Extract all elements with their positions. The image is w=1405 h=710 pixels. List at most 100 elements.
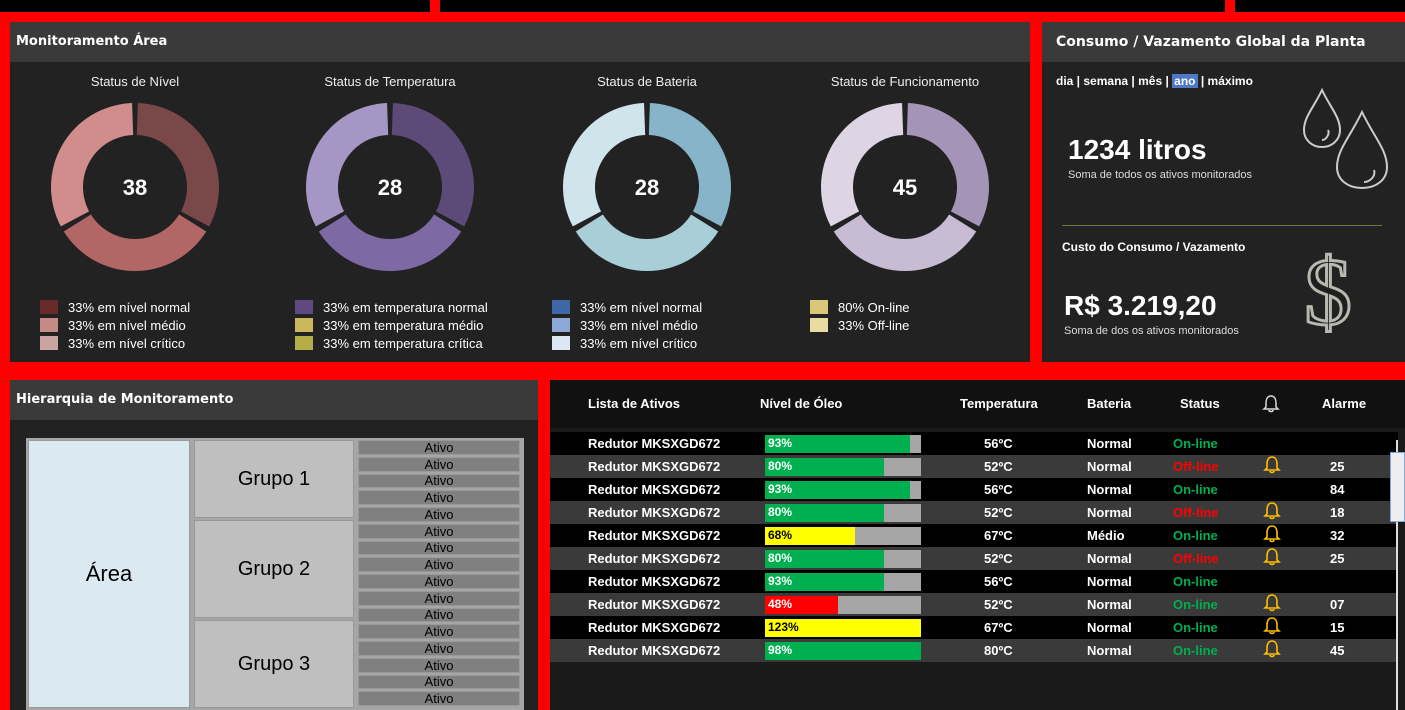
legend-item: 33% Off-line [810,316,1040,334]
asset-node[interactable]: Ativo [358,691,520,706]
asset-node[interactable]: Ativo [358,624,520,639]
legend-item: 33% em temperatura crítica [295,334,525,352]
asset-row[interactable]: Redutor MKSXGD672 93% 56ºC Normal On-line [550,432,1398,455]
alarm-bell-icon[interactable] [1263,616,1281,636]
top-frame-segment [440,0,1225,12]
donut-segment[interactable] [821,103,904,227]
group-node[interactable]: Grupo 2 [194,520,354,618]
col-status[interactable]: Status [1180,396,1220,411]
asset-node[interactable]: Ativo [358,440,520,455]
asset-row[interactable]: Redutor MKSXGD672 93% 56ºC Normal On-line [550,570,1398,593]
group-node[interactable]: Grupo 1 [194,440,354,518]
period-3[interactable]: ano [1172,74,1198,88]
donut-card: Status de Temperatura 28 33% em temperatur… [265,62,515,362]
asset-node[interactable]: Ativo [358,574,520,589]
asset-node[interactable]: Ativo [358,490,520,505]
alarm-bell-icon[interactable] [1263,455,1281,475]
col-battery[interactable]: Bateria [1087,396,1131,411]
oil-level-label: 98% [768,643,793,657]
oil-level-bar: 68% [765,527,921,545]
asset-row[interactable]: Redutor MKSXGD672 80% 52ºC Normal Off-line 18 [550,501,1398,524]
status-value: Off-line [1173,551,1219,566]
legend-item: 80% On-line [810,298,1040,316]
asset-row[interactable]: Redutor MKSXGD672 98% 80ºC Normal On-line 45 [550,639,1398,662]
asset-node[interactable]: Ativo [358,557,520,572]
oil-level-label: 93% [768,574,793,588]
asset-row[interactable]: Redutor MKSXGD672 123% 67ºC Normal On-line 15 [550,616,1398,639]
asset-node[interactable]: Ativo [358,658,520,673]
col-alarm[interactable]: Alarme [1322,396,1366,411]
asset-node[interactable]: Ativo [358,607,520,622]
asset-row[interactable]: Redutor MKSXGD672 93% 56ºC Normal On-line 84 [550,478,1398,501]
period-separator: | [1162,74,1173,88]
alarm-bell-icon[interactable] [1263,639,1281,659]
top-frame [0,0,1405,14]
asset-node[interactable]: Ativo [358,540,520,555]
group-node[interactable]: Grupo 3 [194,620,354,708]
asset-row[interactable]: Redutor MKSXGD672 80% 52ºC Normal Off-line 25 [550,455,1398,478]
asset-row[interactable]: Redutor MKSXGD672 48% 52ºC Normal On-line 07 [550,593,1398,616]
donut-segment[interactable] [136,103,219,227]
hierarchy-tree: Área Grupo 1 Grupo 2 Grupo 3 Ativo Ativo Ativ… [26,438,524,710]
asset-node[interactable]: Ativo [358,457,520,472]
asset-node[interactable]: Ativo [358,507,520,522]
donut-segment[interactable] [50,103,134,227]
status-value: On-line [1173,574,1218,589]
donut-legend: 80% On-line 33% Off-line [810,298,1040,334]
donut-segment[interactable] [833,214,977,271]
temperature-value: 56ºC [984,574,1013,589]
legend-label: 33% em nível médio [68,317,186,333]
donut-segment[interactable] [563,103,646,227]
donut-segment[interactable] [63,214,207,271]
donut-segment[interactable] [306,103,389,227]
battery-value: Médio [1087,528,1125,543]
asset-name: Redutor MKSXGD672 [588,436,721,451]
donut-segment[interactable] [575,214,719,271]
legend-swatch [810,300,828,314]
asset-node[interactable]: Ativo [358,674,520,689]
oil-level-label: 80% [768,459,793,473]
asset-row[interactable]: Redutor MKSXGD672 80% 52ºC Normal Off-line 25 [550,547,1398,570]
oil-level-label: 93% [768,436,793,450]
temperature-value: 67ºC [984,528,1013,543]
asset-node[interactable]: Ativo [358,473,520,488]
temperature-value: 56ºC [984,436,1013,451]
col-temp[interactable]: Temperatura [960,396,1038,411]
donut-chart: 38 [50,103,219,271]
area-node[interactable]: Área [28,440,190,708]
hierarchy-panel: Hierarquia de Monitoramento Área Grupo 1… [10,380,538,710]
donut-card: Status de Bateria 28 33% em nível normal 33… [522,62,772,362]
asset-name: Redutor MKSXGD672 [588,620,721,635]
period-1[interactable]: semana [1083,74,1128,88]
legend-swatch [552,318,570,332]
asset-node[interactable]: Ativo [358,591,520,606]
donut-segment[interactable] [318,214,462,271]
col-oil[interactable]: Nível de Óleo [760,396,842,411]
legend-swatch [40,300,58,314]
asset-row[interactable]: Redutor MKSXGD672 68% 67ºC Médio On-line 32 [550,524,1398,547]
donut-segment[interactable] [391,103,474,227]
cost-caption: Soma de dos os ativos monitorados [1064,325,1239,337]
asset-name: Redutor MKSXGD672 [588,459,721,474]
alarm-bell-icon[interactable] [1263,501,1281,521]
period-2[interactable]: mês [1138,74,1162,88]
alarm-bell-icon[interactable] [1263,593,1281,613]
status-value: On-line [1173,528,1218,543]
legend-item: 33% em temperatura normal [295,298,525,316]
asset-node[interactable]: Ativo [358,641,520,656]
monitoring-area-title: Monitoramento Área [10,22,1030,62]
scrollbar-thumb[interactable] [1390,452,1405,522]
alarm-bell-icon[interactable] [1263,524,1281,544]
legend-swatch [295,336,313,350]
period-4[interactable]: máximo [1208,74,1253,88]
hierarchy-title: Hierarquia de Monitoramento [10,380,538,420]
col-assets[interactable]: Lista de Ativos [588,396,680,411]
period-0[interactable]: dia [1056,74,1073,88]
alarm-bell-icon[interactable] [1263,547,1281,567]
asset-name: Redutor MKSXGD672 [588,551,721,566]
donut-title: Status de Temperatura [324,74,456,89]
asset-node[interactable]: Ativo [358,524,520,539]
donut-segment[interactable] [906,103,989,227]
donut-segment[interactable] [648,103,731,227]
asset-name: Redutor MKSXGD672 [588,597,721,612]
